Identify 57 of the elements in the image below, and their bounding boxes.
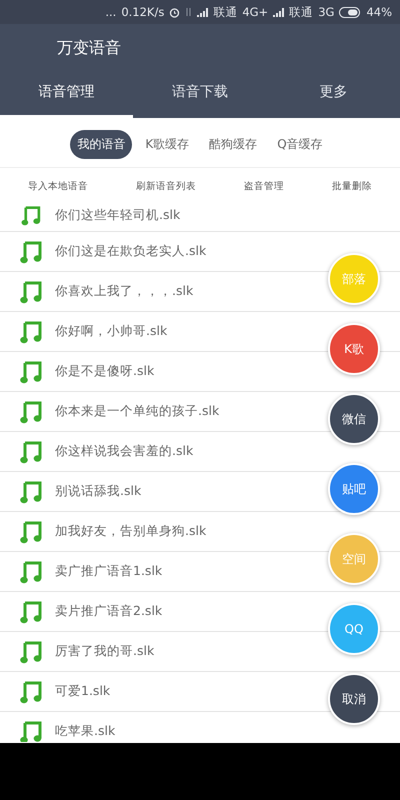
file-name: 加我好友，告别单身狗.slk: [55, 523, 206, 540]
music-note-icon: [20, 560, 42, 584]
notification-dots: ...: [105, 5, 116, 19]
music-note-icon: [20, 280, 42, 304]
file-name: 卖广推广语音1.slk: [55, 563, 162, 580]
share-button[interactable]: 取消: [328, 673, 380, 725]
file-name: 吃苹果.slk: [55, 723, 116, 740]
file-name: 可爱1.slk: [55, 683, 110, 700]
music-note-icon: [20, 360, 42, 384]
tab[interactable]: 更多: [266, 74, 400, 118]
music-note-icon: [20, 600, 42, 624]
music-note-icon: [20, 480, 42, 504]
file-name: 你喜欢上我了，，，.slk: [55, 283, 194, 300]
file-name: 你们这是在欺负老实人.slk: [55, 243, 206, 260]
share-button[interactable]: K歌: [328, 323, 380, 375]
carrier-name: 联通: [289, 4, 314, 20]
share-button[interactable]: 微信: [328, 393, 380, 445]
file-name: 你们这些年轻司机.slk: [55, 206, 180, 224]
file-name: 你本来是一个单纯的孩子.slk: [55, 403, 220, 420]
data-arrows-icon: [185, 7, 192, 17]
music-note-icon: [20, 720, 42, 742]
battery-percent: 44%: [366, 5, 392, 19]
file-name: 卖片推广语音2.slk: [55, 603, 162, 620]
carrier-name: 联通: [213, 4, 238, 20]
network-type: 4G+: [242, 5, 268, 19]
music-note-icon: [20, 680, 42, 704]
file-name: 你这样说我会害羞的.slk: [55, 443, 194, 460]
tab[interactable]: 语音管理: [0, 74, 134, 118]
signal-icon: [197, 8, 208, 16]
filter-chip[interactable]: Q音缓存: [270, 130, 330, 159]
tab[interactable]: 语音下载: [133, 74, 267, 118]
action-button[interactable]: 导入本地语音: [26, 178, 90, 195]
network-type: 3G: [318, 5, 334, 19]
music-note-icon: [20, 520, 42, 544]
music-note-icon: [20, 640, 42, 664]
signal-icon: [273, 8, 284, 16]
music-note-icon: [20, 240, 42, 264]
file-name: 你是不是傻呀.slk: [55, 363, 154, 380]
music-note-icon: [20, 320, 42, 344]
music-note-icon: [20, 440, 42, 464]
file-name: 你好啊，小帅哥.slk: [55, 323, 168, 340]
action-button[interactable]: 批量删除: [330, 178, 374, 195]
music-note-icon: [20, 400, 42, 424]
battery-icon: [339, 6, 362, 18]
filter-chip[interactable]: 我的语音: [70, 130, 132, 159]
action-button[interactable]: 盗音管理: [242, 178, 286, 195]
filter-chip[interactable]: K歌缓存: [138, 130, 196, 159]
app-title: 万变语音: [56, 37, 122, 59]
file-name: 别说话舔我.slk: [55, 483, 142, 500]
file-name: 厉害了我的哥.slk: [55, 643, 154, 660]
music-note-icon: [20, 204, 42, 226]
action-button[interactable]: 刷新语音列表: [134, 178, 198, 195]
list-item[interactable]: 你们这些年轻司机.slk: [0, 199, 400, 232]
alarm-icon: [169, 6, 180, 18]
network-speed: 0.12K/s: [121, 5, 164, 19]
share-button[interactable]: 贴吧: [328, 463, 380, 515]
filter-chip[interactable]: 酷狗缓存: [202, 130, 264, 159]
